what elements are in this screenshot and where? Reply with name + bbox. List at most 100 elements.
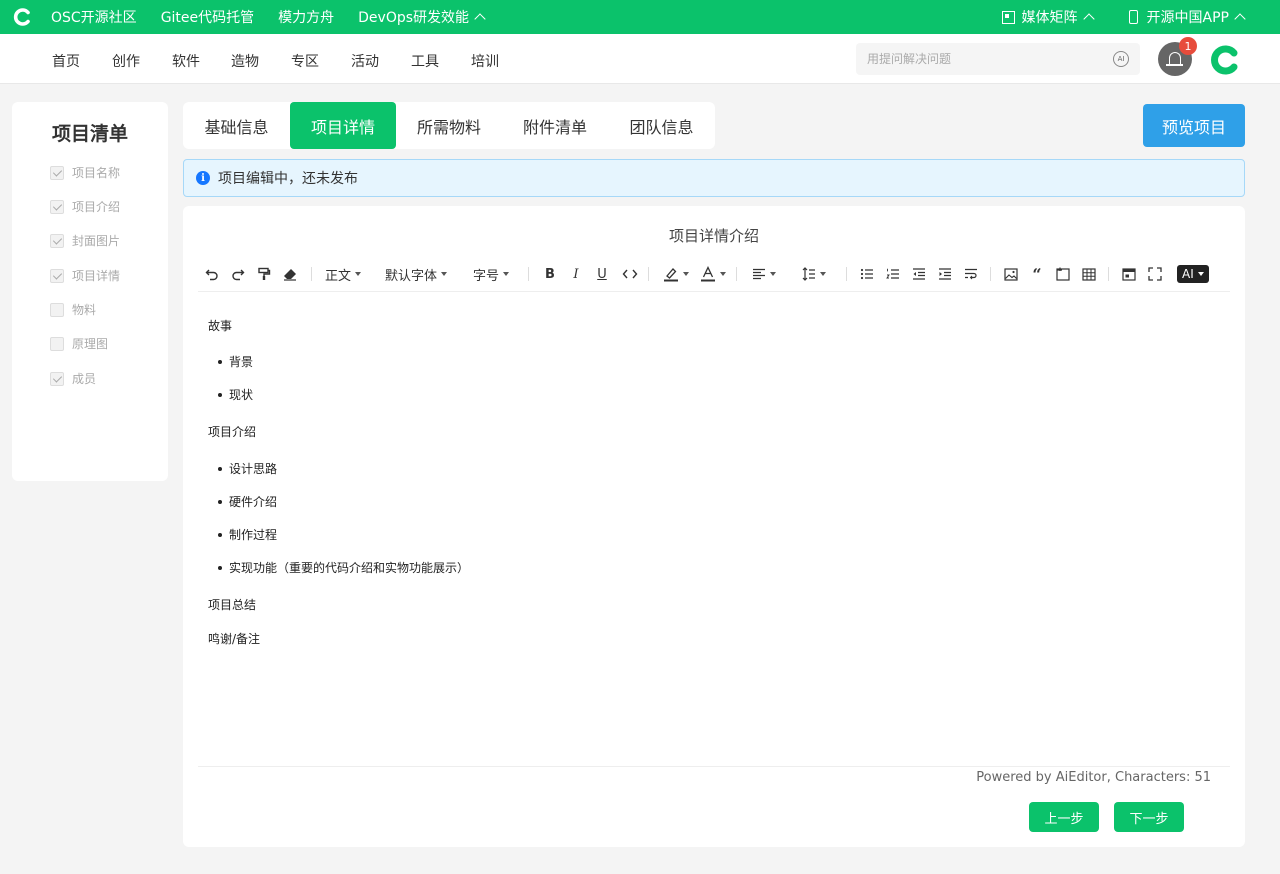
bullet-dot-icon (218, 532, 222, 537)
checklist-item: 物料 (50, 301, 96, 318)
toolbar-divider (1108, 267, 1109, 281)
source-view-icon[interactable] (1121, 264, 1137, 284)
bullet-list-icon[interactable] (859, 264, 875, 284)
image-icon[interactable] (1003, 264, 1019, 284)
chevron-up-icon (1082, 13, 1095, 25)
tab-materials[interactable]: 所需物料 (396, 102, 502, 149)
nav-item-home[interactable]: 首页 (52, 51, 80, 71)
toplink-devops-label: DevOps研发效能 (358, 10, 470, 26)
content-list-text: 制作过程 (229, 528, 278, 542)
wrap-icon[interactable] (963, 264, 979, 284)
prev-step-button[interactable]: 上一步 (1029, 802, 1099, 832)
bold-icon[interactable]: B (542, 264, 558, 284)
code-block-icon[interactable] (1055, 264, 1071, 284)
highlight-color-icon[interactable] (661, 264, 691, 284)
checklist-item-label: 成员 (72, 372, 97, 386)
bullet-dot-icon (218, 359, 222, 364)
checkbox-checked-icon (50, 268, 64, 283)
toplink-moli[interactable]: 模力方舟 (278, 7, 334, 27)
nav-item-zone[interactable]: 专区 (291, 51, 319, 71)
checkbox-checked-icon (50, 165, 64, 180)
caret-down-icon (355, 272, 362, 276)
content-list-item: 现状 (218, 386, 253, 403)
indent-icon[interactable] (937, 264, 953, 284)
content-heading: 鸣谢/备注 (208, 632, 261, 646)
font-size-dropdown[interactable]: 字号 (473, 264, 510, 284)
tab-basic-info[interactable]: 基础信息 (183, 102, 290, 149)
ordered-list-icon[interactable] (885, 264, 901, 284)
toplink-app[interactable]: 开源中国APP (1128, 7, 1246, 27)
font-family-dropdown[interactable]: 默认字体 (385, 264, 448, 284)
font-size-label: 字号 (473, 268, 500, 284)
toplink-media[interactable]: 媒体矩阵 (1001, 7, 1095, 27)
qrcode-icon (1001, 10, 1015, 24)
next-step-button[interactable]: 下一步 (1114, 802, 1184, 832)
font-color-icon[interactable] (698, 264, 728, 284)
code-icon[interactable] (620, 264, 640, 284)
fullscreen-icon[interactable] (1147, 264, 1163, 284)
caret-down-icon (770, 272, 776, 276)
tab-attachments[interactable]: 附件清单 (502, 102, 608, 149)
content-list-text: 硬件介绍 (229, 495, 278, 509)
ai-search-icon[interactable]: AI (1113, 51, 1129, 67)
content-list-text: 背景 (229, 355, 254, 369)
status-alert-text: 项目编辑中，还未发布 (218, 171, 358, 187)
nav-item-software[interactable]: 软件 (172, 51, 200, 71)
editor-footer-divider (198, 766, 1230, 767)
osc-logo-icon[interactable] (13, 7, 33, 27)
search-input[interactable] (856, 52, 1096, 66)
line-height-icon[interactable] (799, 264, 829, 284)
content-list-text: 现状 (229, 388, 254, 402)
nav-item-training[interactable]: 培训 (471, 51, 499, 71)
checklist-item: 项目详情 (50, 267, 120, 284)
table-icon[interactable] (1081, 264, 1097, 284)
project-checklist: 项目清单 项目名称 项目介绍 封面图片 项目详情 物料 原理图 成员 (12, 102, 168, 481)
top-bar: OSC开源社区 Gitee代码托管 模力方舟 DevOps研发效能 媒体矩阵 开… (0, 0, 1280, 34)
checkbox-checked-icon (50, 233, 64, 248)
info-icon: i (196, 171, 210, 185)
toplink-gitee[interactable]: Gitee代码托管 (161, 7, 254, 27)
checklist-item-label: 项目详情 (72, 269, 121, 283)
brand-logo-icon[interactable] (1209, 43, 1243, 77)
toplink-app-label: 开源中国APP (1146, 10, 1229, 26)
nav-item-tools[interactable]: 工具 (411, 51, 439, 71)
paragraph-style-label: 正文 (325, 268, 352, 284)
bullet-dot-icon (218, 392, 222, 397)
checkbox-unchecked-icon (50, 336, 64, 351)
undo-icon[interactable] (204, 264, 220, 284)
preview-project-button[interactable]: 预览项目 (1143, 104, 1245, 147)
content-list-item: 背景 (218, 353, 253, 370)
status-alert: i 项目编辑中，还未发布 (183, 159, 1245, 197)
checklist-item-label: 封面图片 (72, 234, 121, 248)
caret-down-icon (683, 272, 689, 276)
content-list-text: 实现功能（重要的代码介绍和实物功能展示） (229, 561, 470, 575)
format-painter-icon[interactable] (256, 264, 272, 284)
toplink-osc[interactable]: OSC开源社区 (51, 7, 137, 27)
redo-icon[interactable] (230, 264, 246, 284)
toolbar-divider (990, 267, 991, 281)
underline-icon[interactable]: U (594, 264, 610, 284)
align-icon[interactable] (749, 264, 779, 284)
quote-icon[interactable]: “ (1029, 264, 1045, 284)
nav-item-events[interactable]: 活动 (351, 51, 379, 71)
search-box: AI (856, 43, 1140, 75)
tab-project-details[interactable]: 项目详情 (290, 102, 396, 149)
toolbar-divider (648, 267, 649, 281)
ai-menu-button[interactable]: AI (1177, 265, 1209, 283)
italic-icon[interactable]: I (568, 264, 584, 284)
paragraph-style-dropdown[interactable]: 正文 (325, 264, 362, 284)
tab-team-info[interactable]: 团队信息 (608, 102, 715, 149)
eraser-icon[interactable] (282, 264, 298, 284)
checklist-item-label: 物料 (72, 303, 97, 317)
toplink-media-label: 媒体矩阵 (1021, 10, 1078, 26)
content-heading: 项目总结 (208, 598, 257, 612)
editor-toolbar: 正文 默认字体 字号 B I U “ AI (198, 260, 1230, 292)
outdent-icon[interactable] (911, 264, 927, 284)
nav-item-create[interactable]: 创作 (112, 51, 140, 71)
checklist-item-label: 原理图 (72, 337, 109, 351)
ai-menu-label: AI (1182, 267, 1194, 281)
nav-item-maker[interactable]: 造物 (231, 51, 259, 71)
project-tabs: 基础信息 项目详情 所需物料 附件清单 团队信息 (183, 102, 715, 149)
toplink-devops[interactable]: DevOps研发效能 (358, 7, 486, 27)
content-list-item: 实现功能（重要的代码介绍和实物功能展示） (218, 559, 469, 576)
